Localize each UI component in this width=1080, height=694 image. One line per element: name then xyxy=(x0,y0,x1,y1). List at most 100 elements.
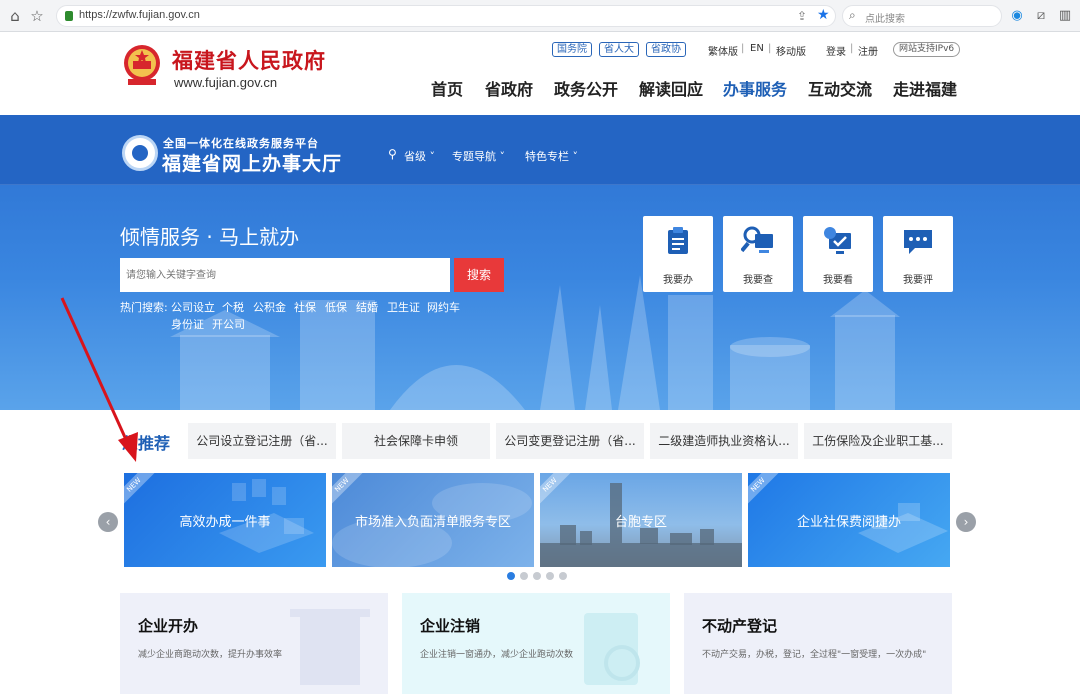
banner-social-security[interactable]: NEW 企业社保费阅捷办 xyxy=(748,473,950,567)
service-title: 企业注销 xyxy=(420,617,481,635)
service-desc: 企业注销一窗通办，减少企业跑动次数 xyxy=(420,650,574,660)
hot-search-label: 热门搜索: xyxy=(120,301,168,314)
assistant-icon[interactable]: ◉ xyxy=(1008,7,1026,25)
nav-provincial-gov[interactable]: 省政府 xyxy=(485,76,533,100)
banner-label: 高效办成一件事 xyxy=(179,515,271,530)
address-bar[interactable]: https://zwfw.fujian.gov.cn ⇪ ★ xyxy=(56,5,836,27)
menu-province-level[interactable]: 省级 ˅ xyxy=(404,148,435,164)
site-name[interactable]: 福建省人民政府 xyxy=(172,45,326,75)
nav-interpretation[interactable]: 解读回应 xyxy=(639,76,703,100)
carousel-next-button[interactable]: › xyxy=(956,512,976,532)
banner-market-access[interactable]: NEW 市场准入负面清单服务专区 xyxy=(332,473,534,567)
recommend-tab[interactable]: 公司设立登记注册（省... xyxy=(188,423,336,459)
hot-item[interactable]: 公司设立 xyxy=(171,299,215,315)
link-mobile[interactable]: 移动版 xyxy=(776,43,806,58)
sidebar-icon[interactable]: ▥ xyxy=(1056,7,1074,25)
service-hall-banner: 全国一体化在线政务服务平台 福建省网上办事大厅 ⚲ 省级 ˅ 专题导航 ˅ 特色… xyxy=(0,115,1080,410)
service-desc: 减少企业商跑动次数，提升办事效率 xyxy=(138,650,283,660)
recommend-title: 您推荐 xyxy=(122,434,171,453)
menu-special-column[interactable]: 特色专栏 ˅ xyxy=(525,148,578,164)
carousel-dot[interactable] xyxy=(520,572,528,580)
document-watermark-icon xyxy=(584,613,640,685)
ipv6-badge: 网站支持IPv6 xyxy=(893,42,961,57)
hot-item[interactable]: 卫生证 xyxy=(387,299,420,315)
favorite-star-icon[interactable]: ★ xyxy=(817,7,830,23)
nav-services[interactable]: 办事服务 xyxy=(723,76,787,100)
recommend-tab[interactable]: 工伤保险及企业职工基... xyxy=(804,423,952,459)
site-url: www.fujian.gov.cn xyxy=(174,75,278,90)
banner-taiwan-compatriots[interactable]: NEW 台胞专区 xyxy=(540,473,742,567)
service-card-real-estate[interactable]: 不动产登记 不动产交易，办税，登记，全过程"一窗受理，一次办成" xyxy=(684,593,952,694)
banner-one-thing[interactable]: NEW 高效办成一件事 xyxy=(124,473,326,567)
login-link[interactable]: 登录 xyxy=(826,43,846,58)
banner-label: 台胞专区 xyxy=(614,515,667,530)
monitor-check-icon xyxy=(824,227,851,254)
carousel-dot[interactable] xyxy=(533,572,541,580)
link-traditional[interactable]: 繁体版 xyxy=(708,43,738,58)
recommend-tab[interactable]: 社会保障卡申领 xyxy=(342,423,490,459)
hot-item[interactable]: 身份证 xyxy=(171,316,204,332)
national-emblem-icon xyxy=(124,45,160,85)
register-link[interactable]: 注册 xyxy=(858,43,878,58)
crop-icon[interactable]: ⧄ xyxy=(1032,7,1050,25)
service-title: 企业开办 xyxy=(138,617,199,635)
city-skyline-illustration xyxy=(170,275,900,410)
search-icon: ⌕ xyxy=(849,8,856,22)
home-icon[interactable]: ⌂ xyxy=(6,7,24,25)
tag-state-council[interactable]: 国务院 xyxy=(552,42,592,57)
menu-topic-nav[interactable]: 专题导航 ˅ xyxy=(452,148,505,164)
hall-topbar: 全国一体化在线政务服务平台 福建省网上办事大厅 ⚲ 省级 ˅ 专题导航 ˅ 特色… xyxy=(0,115,1080,185)
banner-label: 市场准入负面清单服务专区 xyxy=(354,515,511,530)
hot-item[interactable]: 社保 xyxy=(294,299,316,315)
quick-label: 我要办 xyxy=(663,275,693,286)
tag-cppcc[interactable]: 省政协 xyxy=(646,42,686,57)
quick-label: 我要评 xyxy=(903,275,933,286)
browser-toolbar: ⌂ ☆ https://zwfw.fujian.gov.cn ⇪ ★ ⌕ 点此搜… xyxy=(0,0,1080,32)
bookmark-star-icon[interactable]: ☆ xyxy=(28,7,46,25)
hot-item[interactable]: 个税 xyxy=(222,299,244,315)
service-card-company-cancel[interactable]: 企业注销 企业注销一窗通办，减少企业跑动次数 xyxy=(402,593,670,694)
recommend-tab[interactable]: 二级建造师执业资格认... xyxy=(650,423,798,459)
hot-item[interactable]: 低保 xyxy=(325,299,347,315)
browser-search-box[interactable]: ⌕ 点此搜索 xyxy=(842,5,1002,27)
chat-bubble-icon xyxy=(904,230,932,254)
hall-search-button[interactable]: 搜索 xyxy=(454,258,504,292)
hot-item[interactable]: 网约车 xyxy=(427,299,460,315)
share-icon[interactable]: ⇪ xyxy=(797,9,807,23)
quick-card-do[interactable]: 我要办 xyxy=(643,216,713,292)
nav-gov-affairs[interactable]: 政务公开 xyxy=(554,76,618,100)
hot-item[interactable]: 公积金 xyxy=(253,299,286,315)
hot-item[interactable]: 开公司 xyxy=(212,316,245,332)
url-text: https://zwfw.fujian.gov.cn xyxy=(79,9,200,21)
quick-card-rate[interactable]: 我要评 xyxy=(883,216,953,292)
carousel-dot[interactable] xyxy=(546,572,554,580)
quick-card-query[interactable]: 我要查 xyxy=(723,216,793,292)
carousel-dot[interactable] xyxy=(559,572,567,580)
hall-slogan: 倾情服务 · 马上就办 xyxy=(120,225,300,249)
location-pin-icon: ⚲ xyxy=(388,147,397,161)
browser-search-placeholder: 点此搜索 xyxy=(865,14,905,25)
search-person-icon xyxy=(741,226,773,253)
nav-interaction[interactable]: 互动交流 xyxy=(808,76,872,100)
service-title: 不动产登记 xyxy=(702,617,778,635)
gov-header: 福建省人民政府 www.fujian.gov.cn 国务院 省人大 省政协 繁体… xyxy=(0,33,1080,115)
service-card-company-setup[interactable]: 企业开办 减少企业商跑动次数，提升办事效率 xyxy=(120,593,388,694)
quick-label: 我要看 xyxy=(823,275,853,286)
link-english[interactable]: EN xyxy=(750,43,764,54)
recommend-tab[interactable]: 公司变更登记注册（省... xyxy=(496,423,644,459)
building-watermark-icon xyxy=(290,609,370,685)
banner-label: 企业社保费阅捷办 xyxy=(796,515,901,530)
hall-search-input[interactable] xyxy=(120,258,450,292)
quick-label: 我要查 xyxy=(743,275,773,286)
quick-card-view[interactable]: 我要看 xyxy=(803,216,873,292)
carousel-prev-button[interactable]: ‹ xyxy=(98,512,118,532)
nav-home[interactable]: 首页 xyxy=(431,76,463,100)
clipboard-icon xyxy=(668,227,688,254)
service-desc: 不动产交易，办税，登记，全过程"一窗受理，一次办成" xyxy=(702,650,927,660)
hot-item[interactable]: 结婚 xyxy=(356,299,378,315)
hall-title[interactable]: 福建省网上办事大厅 xyxy=(162,149,342,176)
tag-provincial-congress[interactable]: 省人大 xyxy=(599,42,639,57)
nav-fujian[interactable]: 走进福建 xyxy=(893,76,957,100)
hall-logo-icon xyxy=(122,135,158,171)
carousel-dot[interactable] xyxy=(507,572,515,580)
